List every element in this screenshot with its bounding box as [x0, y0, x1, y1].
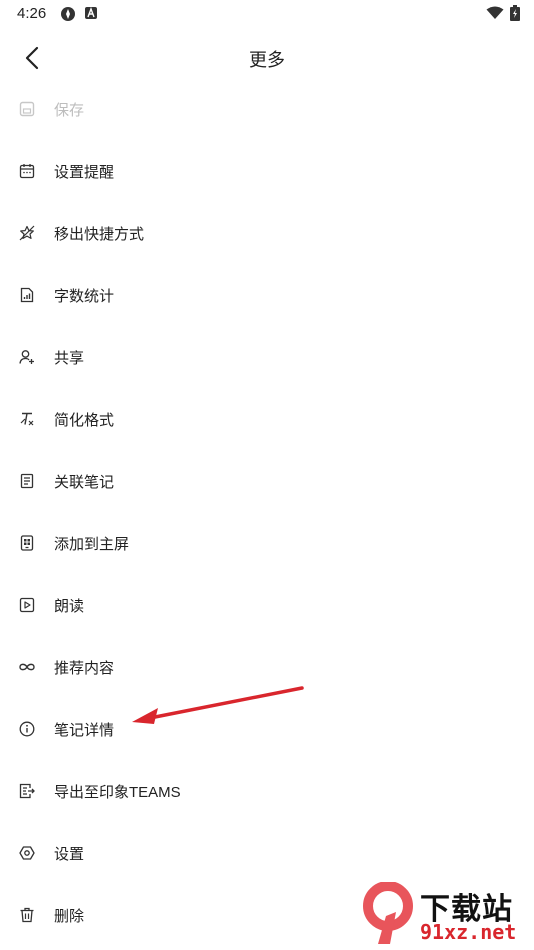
menu-item-label: 移出快捷方式 [54, 225, 145, 243]
menu-item-label: 简化格式 [54, 411, 115, 429]
font-notification-icon [84, 6, 100, 22]
menu-item-label: 设置 [54, 845, 85, 863]
menu-item-set-reminder[interactable]: 设置提醒 [0, 140, 534, 202]
menu-item-recommended-content[interactable]: 推荐内容 [0, 636, 534, 698]
status-time: 4:26 [17, 5, 47, 22]
menu-item-label: 删除 [54, 907, 85, 925]
share-user-icon [18, 348, 36, 366]
home-screen-icon [18, 534, 36, 552]
menu-item-add-to-home[interactable]: 添加到主屏 [0, 512, 534, 574]
menu-item-simplify-format[interactable]: 简化格式 [0, 388, 534, 450]
menu-item-share[interactable]: 共享 [0, 326, 534, 388]
menu-item-note-details[interactable]: 笔记详情 [0, 698, 534, 760]
menu-item-label: 推荐内容 [54, 659, 115, 677]
menu-item-remove-shortcut[interactable]: 移出快捷方式 [0, 202, 534, 264]
page-title: 更多 [249, 50, 285, 70]
menu-item-save[interactable]: 保存 [0, 78, 534, 140]
menu-item-label: 添加到主屏 [54, 535, 130, 553]
linked-note-icon [18, 472, 36, 490]
export-icon [18, 782, 36, 800]
menu-item-related-notes[interactable]: 关联笔记 [0, 450, 534, 512]
infinity-icon [18, 658, 36, 676]
menu-item-label: 关联笔记 [54, 473, 115, 491]
menu-item-label: 保存 [54, 101, 85, 119]
menu-item-label: 导出至印象TEAMS [54, 783, 181, 801]
app-notification-icon [60, 6, 76, 22]
star-remove-icon [18, 224, 36, 242]
menu-item-label: 共享 [54, 349, 85, 367]
menu-item-label: 字数统计 [54, 287, 115, 305]
watermark-url: 91xz.net [420, 920, 517, 944]
watermark-mark-icon [363, 882, 413, 944]
settings-icon [18, 844, 36, 862]
battery-icon [510, 5, 520, 26]
menu-item-label: 朗读 [54, 597, 85, 615]
save-icon [18, 100, 36, 118]
menu-item-label: 设置提醒 [54, 163, 115, 181]
status-indicators [486, 5, 520, 26]
watermark-logo: 下载站 91xz.net [360, 882, 530, 948]
menu-item-export-teams[interactable]: 导出至印象TEAMS [0, 760, 534, 822]
clear-format-icon [18, 410, 36, 428]
menu-item-read-aloud[interactable]: 朗读 [0, 574, 534, 636]
menu-item-label: 笔记详情 [54, 721, 115, 739]
wifi-icon [486, 6, 504, 25]
menu-item-word-count[interactable]: 字数统计 [0, 264, 534, 326]
trash-icon [18, 906, 36, 924]
menu-item-settings[interactable]: 设置 [0, 822, 534, 884]
calendar-icon [18, 162, 36, 180]
play-icon [18, 596, 36, 614]
status-bar: 4:26 [0, 0, 534, 28]
document-chart-icon [18, 286, 36, 304]
info-icon [18, 720, 36, 738]
